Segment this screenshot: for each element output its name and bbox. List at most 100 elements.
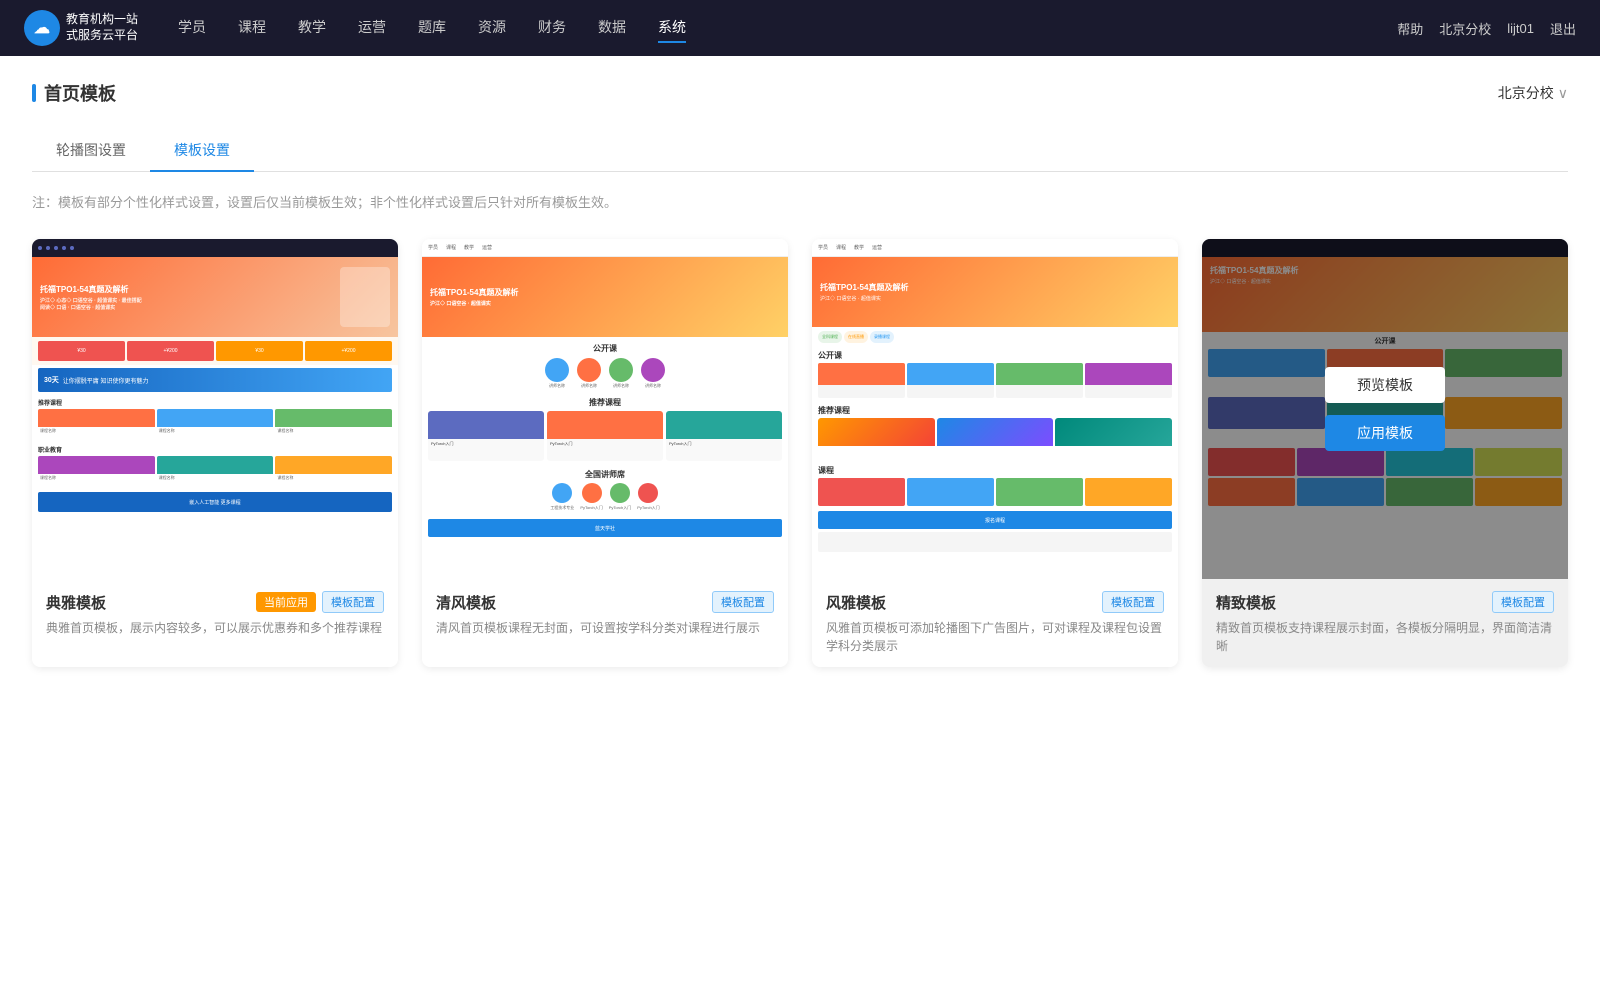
branch-label: 北京分校 [1498, 83, 1554, 103]
nav-item-resources[interactable]: 资源 [478, 13, 506, 43]
t3-pill-3: 录播课程 [870, 331, 894, 343]
templates-grid: 托福TPO1-54真题及解析 沪江◇ 心态◇ 口语空谷 · 超值课实 · 最佳搭… [32, 239, 1568, 667]
nav-item-questions[interactable]: 题库 [418, 13, 446, 43]
t3-pills: 全科课程 在线直播 录播课程 [812, 327, 1178, 347]
t3-cg-1 [818, 478, 905, 506]
t2-teacher-4: PyTorch入门 [637, 483, 659, 511]
apply-template-button[interactable]: 应用模板 [1325, 415, 1445, 451]
template-badges-1: 当前应用 模板配置 [256, 591, 384, 613]
t2-teacher-3: PyTorch入门 [609, 483, 631, 511]
t1-header [32, 239, 398, 257]
t3-cg-2 [907, 478, 994, 506]
nav-bar: ☁ 教育机构一站 式服务云平台 学员 课程 教学 运营 题库 资源 财务 数据 … [0, 0, 1600, 56]
t2-join-btn: 蓝天学社 [428, 519, 782, 537]
nav-logo[interactable]: ☁ 教育机构一站 式服务云平台 [24, 10, 138, 46]
t2-banner: 托福TPO1-54真题及解析 沪江◇ 口语空谷 · 超值课实 [422, 257, 788, 337]
t3-rec-label: 推荐课程 [812, 402, 1178, 418]
nav-item-teaching[interactable]: 教学 [298, 13, 326, 43]
t2-tname-4: PyTorch入门 [637, 505, 659, 511]
nav-item-data[interactable]: 数据 [598, 13, 626, 43]
t3-footer-bar [818, 532, 1172, 552]
t3-oc-thumb-3 [996, 363, 1083, 385]
t1-footer-courses: 课程名称 课程名称 课程名称 [32, 456, 398, 489]
t2-av-1 [545, 358, 569, 382]
template-name-4: 精致模板 [1216, 592, 1276, 613]
nav-item-courses[interactable]: 课程 [238, 13, 266, 43]
t1-footer-info-1: 课程名称 [38, 474, 155, 482]
badge-config-1[interactable]: 模板配置 [322, 591, 384, 613]
t3-oc-2 [907, 363, 994, 398]
nav-branch[interactable]: 北京分校 [1439, 19, 1491, 38]
t2-avatars: 讲师名称 讲师名称 讲师名称 讲师名称 [422, 358, 788, 393]
t1-cta: 嵌入人工智能 更多课程 [38, 492, 392, 512]
nav-user[interactable]: lijt01 [1507, 21, 1534, 36]
t2-teacher-1: 工程技术专业 [550, 483, 574, 511]
t3-rec-1 [818, 418, 935, 458]
template-preview-jingzhi: 托福TPO1-54真题及解析 沪江◇ 口语空谷 · 超值课实 公开课 [1202, 239, 1568, 579]
t2-teacher-label: 全国讲师席 [422, 465, 788, 483]
t2-tname-1: 工程技术专业 [550, 505, 574, 511]
template-name-1: 典雅模板 [46, 592, 106, 613]
t1-info-3: 课程名称 [275, 427, 392, 435]
t2-tav-1 [552, 483, 572, 503]
template-card-dianyan: 托福TPO1-54真题及解析 沪江◇ 心态◇ 口语空谷 · 超值课实 · 最佳搭… [32, 239, 398, 667]
t1-banner: 托福TPO1-54真题及解析 沪江◇ 心态◇ 口语空谷 · 超值课实 · 最佳搭… [32, 257, 398, 337]
nav-item-students[interactable]: 学员 [178, 13, 206, 43]
t3-rec-thumb-1 [818, 418, 935, 446]
t1-banner-text: 托福TPO1-54真题及解析 沪江◇ 心态◇ 口语空谷 · 超值课实 · 最佳搭… [40, 284, 340, 311]
t2-thumb-2 [547, 411, 663, 439]
t1-coupon-4: +¥200 [305, 341, 392, 361]
nav-item-finance[interactable]: 财务 [538, 13, 566, 43]
t3-pill-1: 全科课程 [818, 331, 842, 343]
logo-icon: ☁ [24, 10, 60, 46]
template-name-row-4: 精致模板 模板配置 [1216, 591, 1554, 613]
t2-cinfo-2: PyTorch入门 [547, 439, 663, 449]
t1-nav-dot [38, 246, 42, 250]
tab-carousel[interactable]: 轮播图设置 [32, 130, 150, 172]
tab-template[interactable]: 模板设置 [150, 130, 254, 172]
template-info-fengya: 风雅模板 模板配置 风雅首页模板可添加轮播图下广告图片，可对课程及课程包设置学科… [812, 579, 1178, 667]
nav-right: 帮助 北京分校 lijt01 退出 [1397, 19, 1576, 38]
preview-template-button[interactable]: 预览模板 [1325, 367, 1445, 403]
t1-footer-thumb-1 [38, 456, 155, 474]
template-card-qingfeng: 学员课程教学运营 托福TPO1-54真题及解析 沪江◇ 口语空谷 · 超值课实 … [422, 239, 788, 667]
t2-cinfo-3: PyTorch入门 [666, 439, 782, 449]
t1-promo-banner: 30天 让你摆脱平庸 知识使你更有魅力 [38, 368, 392, 392]
t3-header: 学员课程教学运营 [812, 239, 1178, 257]
template-info-jingzhi: 精致模板 模板配置 精致首页模板支持课程展示封面，各模板分隔明显，界面简洁清晰 [1202, 579, 1568, 667]
t3-rec-3 [1055, 418, 1172, 458]
badge-current-1: 当前应用 [256, 592, 316, 612]
template-desc-3: 风雅首页模板可添加轮播图下广告图片，可对课程及课程包设置学科分类展示 [826, 619, 1164, 655]
nav-logout[interactable]: 退出 [1550, 19, 1576, 38]
t2-banner-text: 托福TPO1-54真题及解析 沪江◇ 口语空谷 · 超值课实 [430, 287, 518, 307]
t3-open-label: 公开课 [812, 347, 1178, 363]
t1-coupon-2: +¥200 [127, 341, 214, 361]
tabs-container: 轮播图设置 模板设置 [32, 130, 1568, 172]
badge-config-4[interactable]: 模板配置 [1492, 591, 1554, 613]
t3-oc-3 [996, 363, 1083, 398]
branch-selector[interactable]: 北京分校 ∨ [1498, 83, 1568, 103]
badge-config-3[interactable]: 模板配置 [1102, 591, 1164, 613]
t1-courses-grid: 课程名称 课程名称 课程名称 [32, 409, 398, 442]
t1-footer-info-3: 课程名称 [275, 474, 392, 482]
template-desc-4: 精致首页模板支持课程展示封面，各模板分隔明显，界面简洁清晰 [1216, 619, 1554, 655]
nav-item-system[interactable]: 系统 [658, 13, 686, 43]
logo-text: 教育机构一站 式服务云平台 [66, 12, 138, 43]
t2-teachers: 工程技术专业 PyTorch入门 PyTorch入门 PyTorch入门 [422, 483, 788, 515]
t3-courses-grid [812, 478, 1178, 509]
template-badges-4: 模板配置 [1492, 591, 1554, 613]
t1-course-3: 课程名称 [275, 409, 392, 439]
t1-thumb-3 [275, 409, 392, 427]
nav-help[interactable]: 帮助 [1397, 19, 1423, 38]
template-badges-3: 模板配置 [1102, 591, 1164, 613]
t1-footer-thumb-3 [275, 456, 392, 474]
nav-item-operations[interactable]: 运营 [358, 13, 386, 43]
t1-info-2: 课程名称 [157, 427, 274, 435]
page-title: 首页模板 [32, 80, 116, 106]
template-preview-fengya: 学员课程教学运营 托福TPO1-54真题及解析 沪江◇ 口语空谷 · 超值课实 … [812, 239, 1178, 579]
badge-config-2[interactable]: 模板配置 [712, 591, 774, 613]
template-name-2: 清风模板 [436, 592, 496, 613]
t2-av-4 [641, 358, 665, 382]
t3-rec-courses [812, 418, 1178, 462]
t2-thumb-1 [428, 411, 544, 439]
